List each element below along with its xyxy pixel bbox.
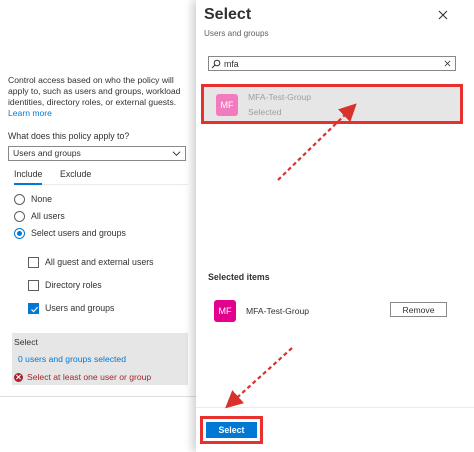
applies-to-value: Users and groups [13,148,81,158]
chevron-down-icon [172,151,181,157]
checkmark-icon [31,306,39,312]
users-selected-link[interactable]: 0 users and groups selected [18,354,126,364]
remove-button[interactable]: Remove [390,302,447,317]
checkbox[interactable] [28,256,39,268]
radio-button[interactable] [14,193,25,205]
select-button[interactable]: Select [206,422,257,438]
search-result-item[interactable]: MF MFA-Test-Group Selected [201,84,463,124]
learn-more-link[interactable]: Learn more [8,108,190,119]
selected-items-heading: Selected items [208,272,270,282]
search-icon [211,59,221,69]
checkbox[interactable] [28,279,39,291]
select-button-highlight: Select [200,416,263,444]
tab-exclude[interactable]: Exclude [60,169,91,185]
checkbox-label: All guest and external users [45,257,154,267]
result-status: Selected [248,107,282,117]
select-section-title: Select [14,337,38,347]
radio-label: None [31,194,53,204]
checkbox-directory-roles[interactable]: Directory roles [28,279,102,291]
error-text: Select at least one user or group [27,372,152,382]
result-name: MFA-Test-Group [248,92,312,102]
close-icon[interactable] [438,10,448,20]
description-text: Control access based on who the policy w… [8,75,181,107]
validation-error: Select at least one user or group [14,372,151,382]
policy-pane: Control access based on who the policy w… [0,0,196,452]
footer-divider [196,407,474,408]
checkbox-label: Directory roles [45,280,102,290]
clear-icon[interactable] [444,60,451,67]
error-icon [14,372,23,382]
radio-button-checked[interactable] [14,227,25,239]
group-avatar: MF [214,300,236,322]
radio-label: All users [31,211,65,221]
select-users-section: Select 0 users and groups selected Selec… [12,333,188,385]
divider [0,396,196,397]
radio-button[interactable] [14,210,25,222]
pane-header-band [0,0,196,6]
radio-select-users-and-groups[interactable]: Select users and groups [14,227,126,239]
checkbox-users-and-groups[interactable]: Users and groups [28,302,114,314]
radio-all-users[interactable]: All users [14,210,65,222]
search-box[interactable] [208,56,456,71]
group-avatar: MF [216,94,238,116]
checkbox-label: Users and groups [45,303,115,313]
tab-include[interactable]: Include [14,169,43,185]
policy-description: Control access based on who the policy w… [8,75,190,119]
radio-none[interactable]: None [14,193,52,205]
select-panel: Select Users and groups MF MFA-Test-Grou… [196,0,474,452]
checkbox-checked[interactable] [28,302,39,314]
checkbox-all-guest-external[interactable]: All guest and external users [28,256,154,268]
radio-label: Select users and groups [31,228,126,238]
panel-title: Select [204,6,252,23]
selected-item-name: MFA-Test-Group [246,306,310,316]
applies-to-label: What does this policy apply to? [8,131,130,141]
panel-subtitle: Users and groups [204,29,269,38]
applies-to-dropdown[interactable]: Users and groups [8,146,186,161]
selected-item-row: MF MFA-Test-Group Remove [208,298,458,324]
include-exclude-tabs: Include Exclude [14,169,188,185]
search-input[interactable] [224,58,434,69]
